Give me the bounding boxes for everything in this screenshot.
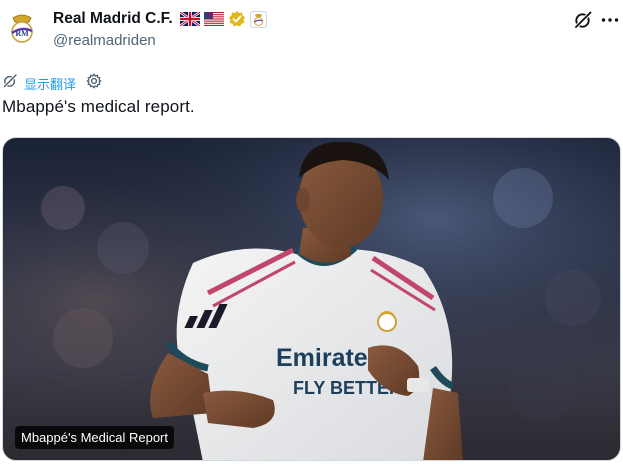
- more-options-icon[interactable]: [600, 10, 620, 30]
- svg-text:Emirates: Emirates: [276, 344, 382, 372]
- media-caption: Mbappé's Medical Report: [15, 426, 174, 449]
- author-handle[interactable]: @realmadriden: [53, 32, 156, 49]
- show-translation-link[interactable]: 显示翻译: [24, 74, 76, 93]
- grok-translate-icon: [2, 73, 18, 94]
- affiliate-crest-icon[interactable]: [249, 10, 267, 28]
- translate-row: 显示翻译: [2, 73, 102, 94]
- grok-icon[interactable]: [573, 10, 593, 30]
- translation-settings-gear-icon[interactable]: [86, 73, 102, 94]
- gold-verified-icon[interactable]: [228, 10, 246, 28]
- uk-flag-icon: [178, 10, 201, 28]
- us-flag-icon: [203, 12, 224, 26]
- author-name-row: Real Madrid C.F.: [53, 9, 267, 29]
- avatar[interactable]: RM: [6, 12, 38, 44]
- svg-text:RM: RM: [15, 29, 29, 38]
- post-text: Mbappé's medical report.: [2, 97, 195, 116]
- author-display-name[interactable]: Real Madrid C.F.: [53, 10, 173, 28]
- real-madrid-crest-icon: RM: [11, 14, 33, 43]
- player-photo-illustration: Emirates FLY BETTER: [3, 138, 620, 460]
- post-header: RM Real Madrid C.F. @realmadriden: [0, 0, 623, 70]
- post-media-image[interactable]: Emirates FLY BETTER Mbappé's Medical Rep…: [2, 137, 621, 461]
